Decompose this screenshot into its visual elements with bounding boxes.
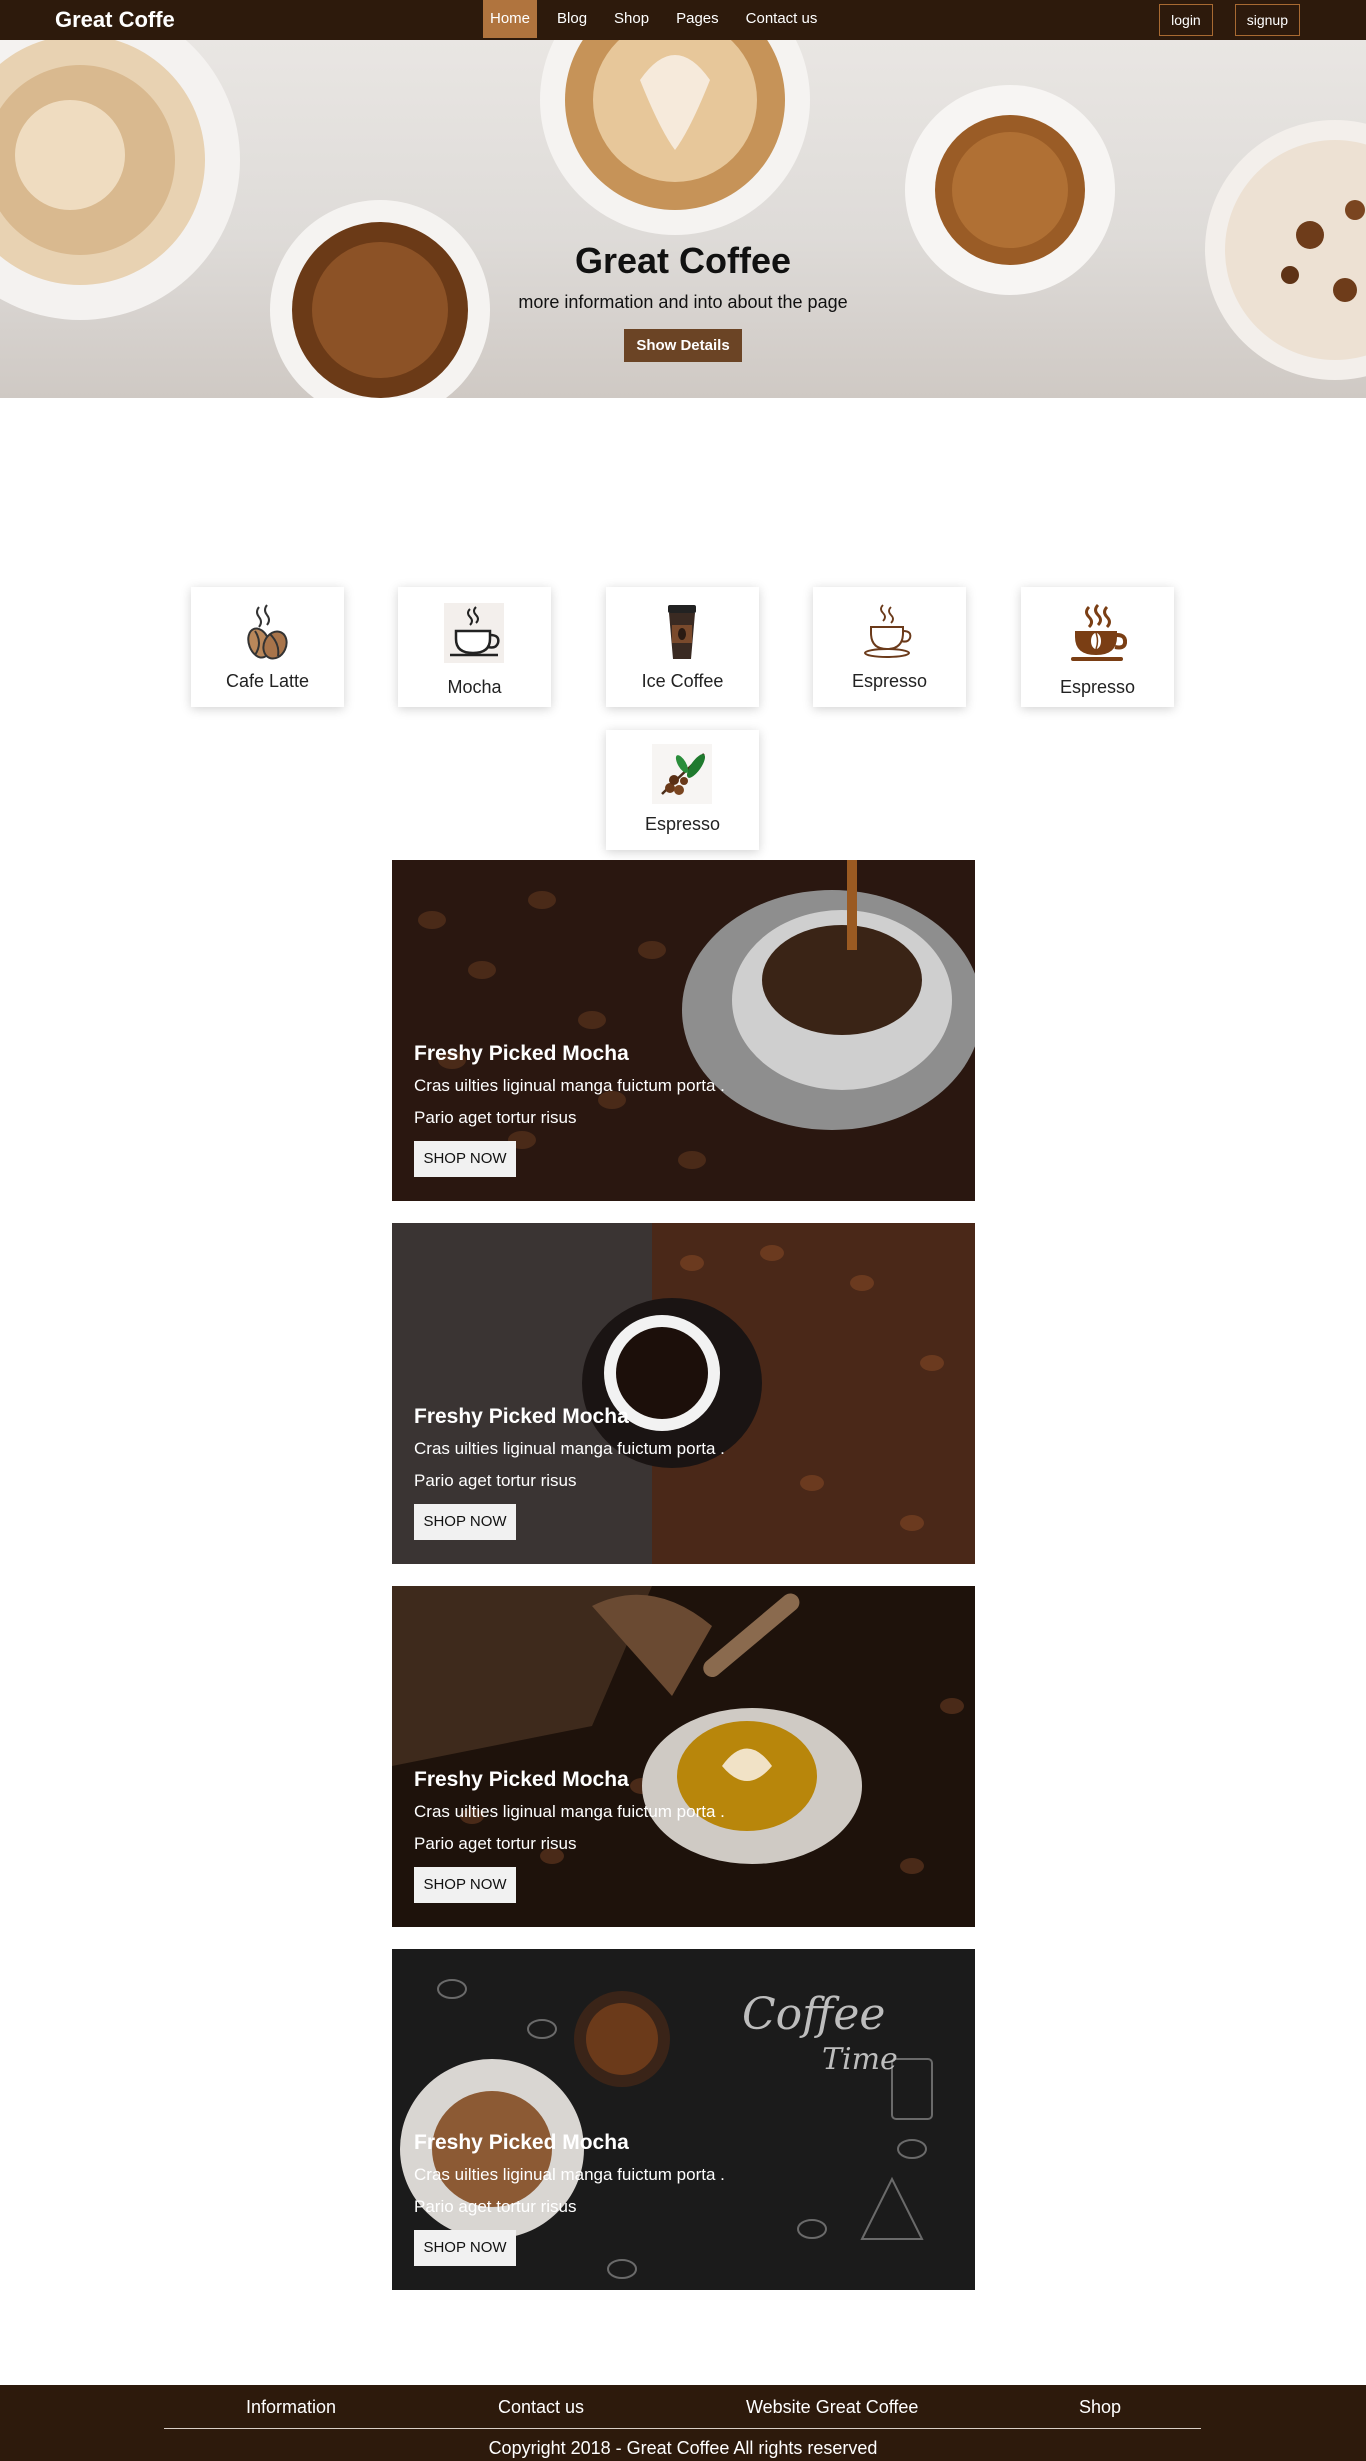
category-ice-coffee[interactable]: Ice Coffee xyxy=(606,587,759,707)
shop-now-button[interactable]: SHOP NOW xyxy=(414,1867,516,1903)
hot-coffee-icon xyxy=(1071,603,1127,661)
nav-link-shop[interactable]: Shop xyxy=(607,0,656,38)
nav-link-home[interactable]: Home xyxy=(483,0,538,38)
promo-title: Freshy Picked Mocha xyxy=(414,1405,629,1428)
shop-now-button[interactable]: SHOP NOW xyxy=(414,1141,516,1177)
promo-title: Freshy Picked Mocha xyxy=(414,1042,629,1065)
category-label: Ice Coffee xyxy=(641,671,724,691)
footer-link-shop[interactable]: Shop xyxy=(1079,2397,1121,2418)
hero-title: Great Coffee xyxy=(574,240,792,281)
coffee-branch-icon xyxy=(652,744,712,804)
nav-link-blog[interactable]: Blog xyxy=(550,0,594,38)
footer-link-website[interactable]: Website Great Coffee xyxy=(746,2397,918,2418)
promo-description: Cras uilties liginual manga fuictum port… xyxy=(414,1439,725,1458)
svg-text:Time: Time xyxy=(822,2042,898,2077)
category-label: Espresso xyxy=(851,671,928,691)
promo-card: Coffee Time Freshy Picked Mocha Cras uil… xyxy=(392,1949,975,2290)
svg-text:Coffee: Coffee xyxy=(742,1989,885,2040)
promo-title: Freshy Picked Mocha xyxy=(414,2131,629,2154)
promo-description: Cras uilties liginual manga fuictum port… xyxy=(414,1802,725,1821)
category-mocha[interactable]: Mocha xyxy=(398,587,551,707)
promo-card: Freshy Picked Mocha Cras uilties liginua… xyxy=(392,1223,975,1564)
nav-link-pages[interactable]: Pages xyxy=(669,0,726,38)
category-label: Mocha xyxy=(447,677,502,697)
category-label: Espresso xyxy=(644,814,721,834)
promo-card: Freshy Picked Mocha Cras uilties liginua… xyxy=(392,860,975,1201)
nav-link-contact[interactable]: Contact us xyxy=(739,0,825,38)
coffee-cup-icon xyxy=(444,603,504,663)
category-espresso[interactable]: Espresso xyxy=(813,587,966,707)
promo-title: Freshy Picked Mocha xyxy=(414,1768,629,1791)
show-details-button[interactable]: Show Details xyxy=(624,329,742,362)
auth-buttons: login signup xyxy=(1159,4,1300,36)
login-button[interactable]: login xyxy=(1159,4,1213,36)
promo-description: Pario aget tortur risus xyxy=(414,1108,577,1127)
main-nav: Home Blog Shop Pages Contact us xyxy=(483,0,837,40)
category-espresso-hot[interactable]: Espresso xyxy=(1021,587,1174,707)
promo-description: Pario aget tortur risus xyxy=(414,2197,577,2216)
promo-description: Pario aget tortur risus xyxy=(414,1471,577,1490)
hero-subtitle: more information and into about the page xyxy=(518,292,848,312)
footer: Information Contact us Website Great Cof… xyxy=(0,2385,1366,2461)
category-espresso-beans[interactable]: Espresso xyxy=(606,730,759,850)
espresso-cup-icon xyxy=(864,604,912,658)
category-label: Espresso xyxy=(1059,677,1136,697)
navbar: Great Coffe Home Blog Shop Pages Contact… xyxy=(0,0,1366,40)
promo-description: Cras uilties liginual manga fuictum port… xyxy=(414,2165,725,2184)
takeaway-cup-icon xyxy=(668,605,696,659)
category-cafe-latte[interactable]: Cafe Latte xyxy=(191,587,344,707)
footer-link-information[interactable]: Information xyxy=(246,2397,336,2418)
signup-button[interactable]: signup xyxy=(1234,4,1300,36)
promo-description: Cras uilties liginual manga fuictum port… xyxy=(414,1076,725,1095)
coffee-beans-icon xyxy=(247,604,288,660)
shop-now-button[interactable]: SHOP NOW xyxy=(414,2230,516,2266)
category-label: Cafe Latte xyxy=(225,671,310,691)
brand-logo[interactable]: Great Coffe xyxy=(55,7,175,33)
footer-copyright: Copyright 2018 - Great Coffee All rights… xyxy=(488,2438,878,2458)
footer-link-contact[interactable]: Contact us xyxy=(498,2397,584,2418)
promo-card: Freshy Picked Mocha Cras uilties liginua… xyxy=(392,1586,975,1927)
shop-now-button[interactable]: SHOP NOW xyxy=(414,1504,516,1540)
hero-banner: Great Coffee more information and into a… xyxy=(0,40,1366,398)
promo-description: Pario aget tortur risus xyxy=(414,1834,577,1853)
footer-divider xyxy=(164,2428,1201,2429)
